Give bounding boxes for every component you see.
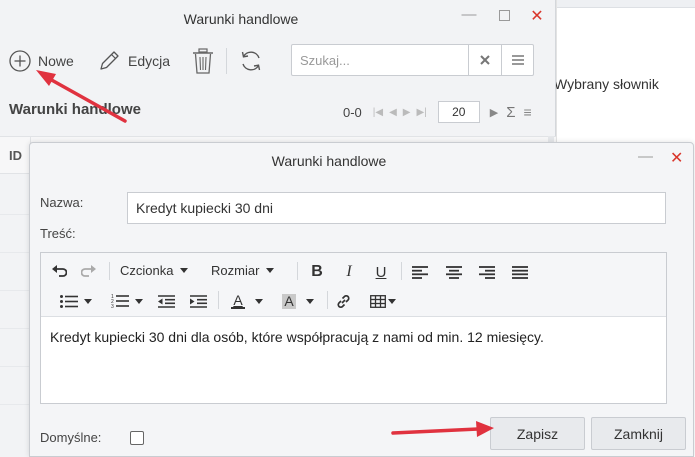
new-button-label: Nowe: [38, 53, 74, 69]
size-select[interactable]: Rozmiar: [211, 263, 275, 278]
bullet-list-icon: [60, 294, 78, 308]
page-size-caret-icon[interactable]: ▶: [490, 106, 498, 119]
dialog-minimize-icon[interactable]: —: [638, 148, 653, 165]
trash-icon: [193, 48, 213, 74]
redo-icon: [81, 265, 96, 277]
last-page-icon[interactable]: ▶|: [417, 107, 427, 118]
editor-separator: [109, 262, 110, 280]
name-label: Nazwa:: [40, 195, 84, 210]
search-box: [291, 44, 534, 76]
underline-button[interactable]: U: [371, 262, 391, 282]
font-select-label: Czcionka: [120, 263, 174, 278]
indent-button[interactable]: [188, 291, 208, 311]
indent-icon: [189, 294, 207, 308]
grid-row-line: [0, 404, 30, 405]
save-button[interactable]: Zapisz: [490, 417, 585, 450]
maximize-icon[interactable]: [494, 6, 514, 25]
background-color-button[interactable]: A: [278, 291, 318, 311]
numbered-list-icon: 123: [111, 294, 129, 308]
close-icon[interactable]: ✕: [527, 6, 547, 26]
sigma-icon[interactable]: Σ: [506, 104, 515, 121]
text-color-icon: A: [233, 291, 243, 308]
rich-text-editor: Czcionka Rozmiar B I U 1 2 3 A A Kredyt …: [40, 252, 667, 404]
edit-button-label: Edycja: [128, 53, 171, 69]
align-center-button[interactable]: [444, 262, 464, 282]
table-button[interactable]: [368, 291, 398, 311]
table-icon: [370, 294, 386, 308]
right-panel-header: [557, 0, 695, 8]
italic-button[interactable]: I: [339, 262, 359, 282]
redo-button[interactable]: [79, 261, 99, 281]
text-color-button[interactable]: A: [227, 291, 267, 311]
clear-search-button[interactable]: [468, 45, 500, 75]
editor-separator: [218, 291, 219, 309]
justify-icon: [512, 265, 528, 279]
link-icon: [336, 294, 350, 308]
refresh-button[interactable]: [238, 44, 264, 78]
outdent-button[interactable]: [156, 291, 176, 311]
plus-circle-icon: [9, 50, 31, 72]
editor-separator: [401, 262, 402, 280]
align-right-icon: [479, 265, 495, 279]
minimize-icon[interactable]: —: [459, 6, 479, 23]
undo-icon: [52, 265, 67, 277]
size-select-label: Rozmiar: [211, 263, 260, 278]
svg-text:3: 3: [111, 304, 114, 308]
screen: Wybrany słownik Warunki handlowe — ✕ Now…: [0, 0, 695, 457]
menu-icon: [511, 55, 524, 65]
default-label: Domyślne:: [40, 430, 102, 445]
pencil-icon: [100, 51, 119, 70]
grid-row-line: [0, 290, 30, 291]
grid-row-line: [0, 328, 30, 329]
window-titlebar: Warunki handlowe — ✕: [0, 0, 556, 38]
column-header-id[interactable]: ID: [9, 148, 22, 163]
bold-button[interactable]: B: [307, 262, 327, 282]
editor-content[interactable]: Kredyt kupiecki 30 dni dla osób, które w…: [50, 329, 544, 345]
page-size-input[interactable]: 20: [437, 101, 480, 123]
undo-button[interactable]: [49, 261, 69, 281]
first-page-icon[interactable]: |◀: [373, 107, 383, 118]
justify-button[interactable]: [510, 262, 530, 282]
terms-dialog: Warunki handlowe — ✕ Nazwa: Kredyt kupie…: [29, 142, 694, 457]
grid-row-line: [0, 252, 30, 253]
name-field[interactable]: Kredyt kupiecki 30 dni: [127, 192, 666, 224]
background-color-icon: A: [284, 292, 294, 309]
pager: 0-0 |◀ ◀ ▶ ▶| 20 ▶ Σ ≡: [343, 100, 536, 124]
dialog-close-icon[interactable]: ✕: [670, 148, 683, 168]
close-button[interactable]: Zamknij: [591, 417, 686, 450]
align-left-button[interactable]: [410, 262, 430, 282]
align-center-icon: [446, 265, 462, 279]
grid-row-line: [0, 366, 30, 367]
outdent-icon: [157, 294, 175, 308]
next-page-icon[interactable]: ▶: [403, 107, 411, 118]
clear-icon: [479, 55, 490, 65]
editor-toolbar: Czcionka Rozmiar B I U 1 2 3 A A: [41, 253, 666, 317]
editor-separator: [297, 262, 298, 280]
new-button[interactable]: Nowe: [8, 44, 74, 78]
toolbar-separator: [226, 48, 227, 74]
section-title: Warunki handlowe: [9, 101, 141, 118]
bullet-list-button[interactable]: [56, 291, 96, 311]
editor-separator: [327, 291, 328, 309]
dialog-title: Warunki handlowe: [271, 153, 387, 169]
align-right-button[interactable]: [477, 262, 497, 282]
default-checkbox[interactable]: [130, 431, 144, 445]
link-button[interactable]: [333, 291, 353, 311]
edit-button[interactable]: Edycja: [96, 44, 170, 78]
refresh-icon: [241, 51, 261, 71]
search-menu-button[interactable]: [501, 45, 533, 75]
numbered-list-button[interactable]: 123: [107, 291, 147, 311]
grid-menu-icon[interactable]: ≡: [524, 104, 532, 120]
window-title: Warunki handlowe: [183, 11, 299, 27]
align-left-icon: [412, 265, 428, 279]
font-select[interactable]: Czcionka: [120, 263, 189, 278]
grid-row-line: [0, 214, 30, 215]
record-count: 0-0: [343, 104, 362, 120]
delete-button[interactable]: [190, 44, 216, 78]
content-label: Treść:: [40, 226, 76, 241]
search-input[interactable]: [292, 45, 468, 75]
selected-dictionary-label: Wybrany słownik: [554, 76, 659, 92]
prev-page-icon[interactable]: ◀: [389, 107, 397, 118]
